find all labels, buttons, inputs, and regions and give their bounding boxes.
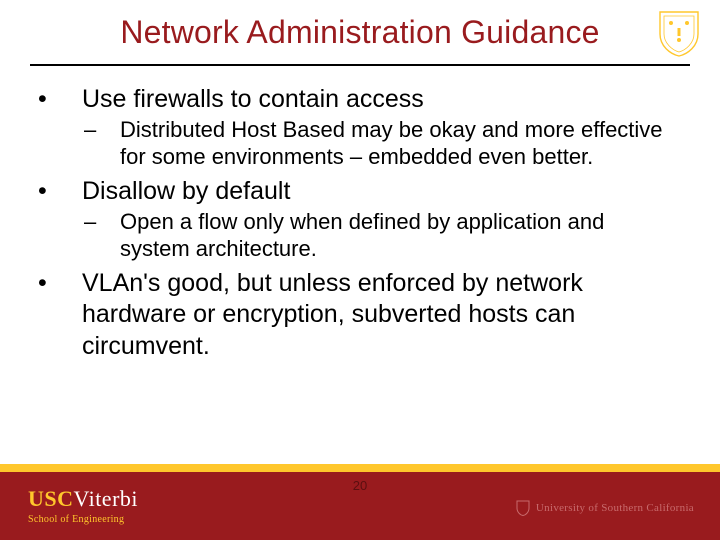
page-number: 20 [353, 478, 367, 493]
gold-strip [0, 464, 720, 472]
content-area: •Use firewalls to contain access –Distri… [60, 80, 680, 362]
usc-viterbi-logo: USCViterbi School of Engineering [28, 486, 138, 525]
slide: Network Administration Guidance •Use fir… [0, 0, 720, 540]
title-divider [30, 64, 690, 66]
university-text: University of Southern California [536, 502, 694, 514]
bullet-2-text: Disallow by default [82, 177, 290, 205]
bullet-dot-icon: • [60, 84, 82, 115]
footer-bar: USCViterbi School of Engineering 20 Univ… [0, 472, 720, 540]
usc-shield-icon [658, 10, 700, 58]
bullet-dot-icon: • [60, 176, 82, 207]
bullet-1-text: Use firewalls to contain access [82, 85, 424, 113]
dash-icon: – [102, 117, 120, 143]
logo-school-text: School of Engineering [28, 514, 138, 525]
bullet-3: •VLAn's good, but unless enforced by net… [60, 268, 680, 362]
university-mark: University of Southern California [516, 500, 694, 516]
bullet-1: •Use firewalls to contain access [60, 84, 680, 115]
bullet-2-sub-1-text: Open a flow only when defined by applica… [120, 209, 604, 260]
bullet-2: •Disallow by default [60, 176, 680, 207]
bullet-1-sub-1-text: Distributed Host Based may be okay and m… [120, 117, 663, 168]
bullet-3-text: VLAn's good, but unless enforced by netw… [82, 269, 583, 360]
bullet-2-sub-1: –Open a flow only when defined by applic… [60, 209, 680, 262]
title-row: Network Administration Guidance [0, 14, 720, 51]
page-title: Network Administration Guidance [120, 14, 599, 51]
logo-viterbi-text: Viterbi [74, 486, 139, 511]
logo-line1: USCViterbi [28, 486, 138, 512]
dash-icon: – [102, 209, 120, 235]
bullet-1-sub-1: –Distributed Host Based may be okay and … [60, 117, 680, 170]
mini-shield-icon [516, 500, 530, 516]
logo-usc-text: USC [28, 486, 74, 511]
bullet-dot-icon: • [60, 268, 82, 299]
